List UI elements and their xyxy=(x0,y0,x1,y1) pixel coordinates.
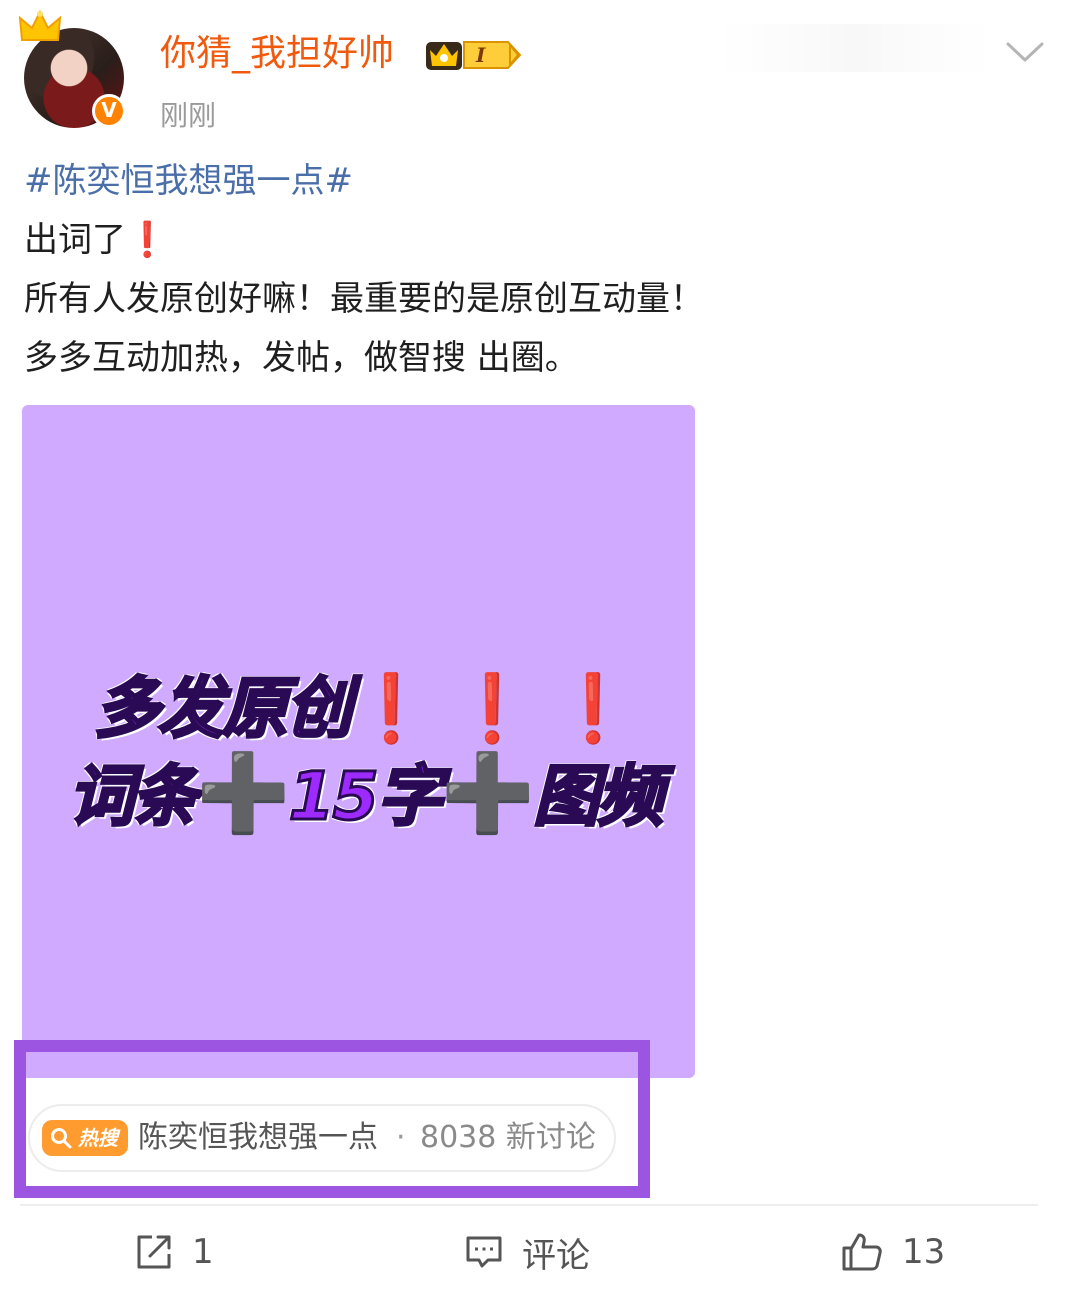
repost-count: 1 xyxy=(192,1232,214,1272)
avatar-container[interactable]: V xyxy=(18,10,136,128)
image-caption-text: 多发原创 xyxy=(93,669,354,749)
exclamation-icon: ❗ xyxy=(126,220,169,260)
verified-icon: V xyxy=(92,94,126,128)
image-caption-word-3: 图频 xyxy=(532,757,665,837)
image-exclamation-marks: ❗ ❗ ❗ xyxy=(350,670,634,747)
image-caption-word-2: 15字 xyxy=(287,757,444,837)
like-icon xyxy=(842,1233,882,1271)
like-count: 13 xyxy=(902,1232,946,1272)
post-line-2: 所有人发原创好嘛！最重要的是原创互动量！ xyxy=(24,279,704,319)
image-caption-line-2: 词条➕15字➕图频 xyxy=(67,743,665,839)
post-line-3: 多多互动加热，发帖，做智搜 出圈。 xyxy=(24,338,579,378)
hashtag-link[interactable]: #陈奕恒我想强一点# xyxy=(24,152,704,211)
comment-button[interactable]: 评论 xyxy=(464,1224,590,1280)
post-line-1-text: 出词了 xyxy=(24,220,126,260)
action-bar-divider xyxy=(20,1204,1038,1206)
vip-badge-icon[interactable] xyxy=(424,36,524,74)
crown-icon xyxy=(18,10,62,41)
username[interactable]: 你猜_我担好帅 xyxy=(160,30,394,78)
comment-icon xyxy=(466,1236,502,1268)
plus-icon: ➕ xyxy=(196,748,291,837)
image-caption-line-1: 多发原创❗ ❗ ❗ xyxy=(93,655,635,751)
repost-icon xyxy=(137,1235,171,1269)
vip-level: I xyxy=(476,43,486,67)
header-fade xyxy=(720,24,990,72)
chevron-down-icon[interactable] xyxy=(1004,38,1046,66)
like-button[interactable]: 13 xyxy=(840,1224,945,1280)
plus-icon: ➕ xyxy=(440,748,536,837)
post-timestamp: 刚刚 xyxy=(160,99,217,132)
post-image[interactable]: 多发原创❗ ❗ ❗ 词条➕15字➕图频 xyxy=(22,405,695,1078)
image-caption-word-1: 词条 xyxy=(67,757,200,837)
comment-label: 评论 xyxy=(522,1235,590,1276)
repost-button[interactable]: 1 xyxy=(134,1224,214,1280)
post-line-1: 出词了❗ xyxy=(24,211,704,270)
highlight-annotation-box xyxy=(14,1040,650,1198)
post-body: #陈奕恒我想强一点# 出词了❗ 所有人发原创好嘛！最重要的是原创互动量！ 多多互… xyxy=(24,152,704,388)
